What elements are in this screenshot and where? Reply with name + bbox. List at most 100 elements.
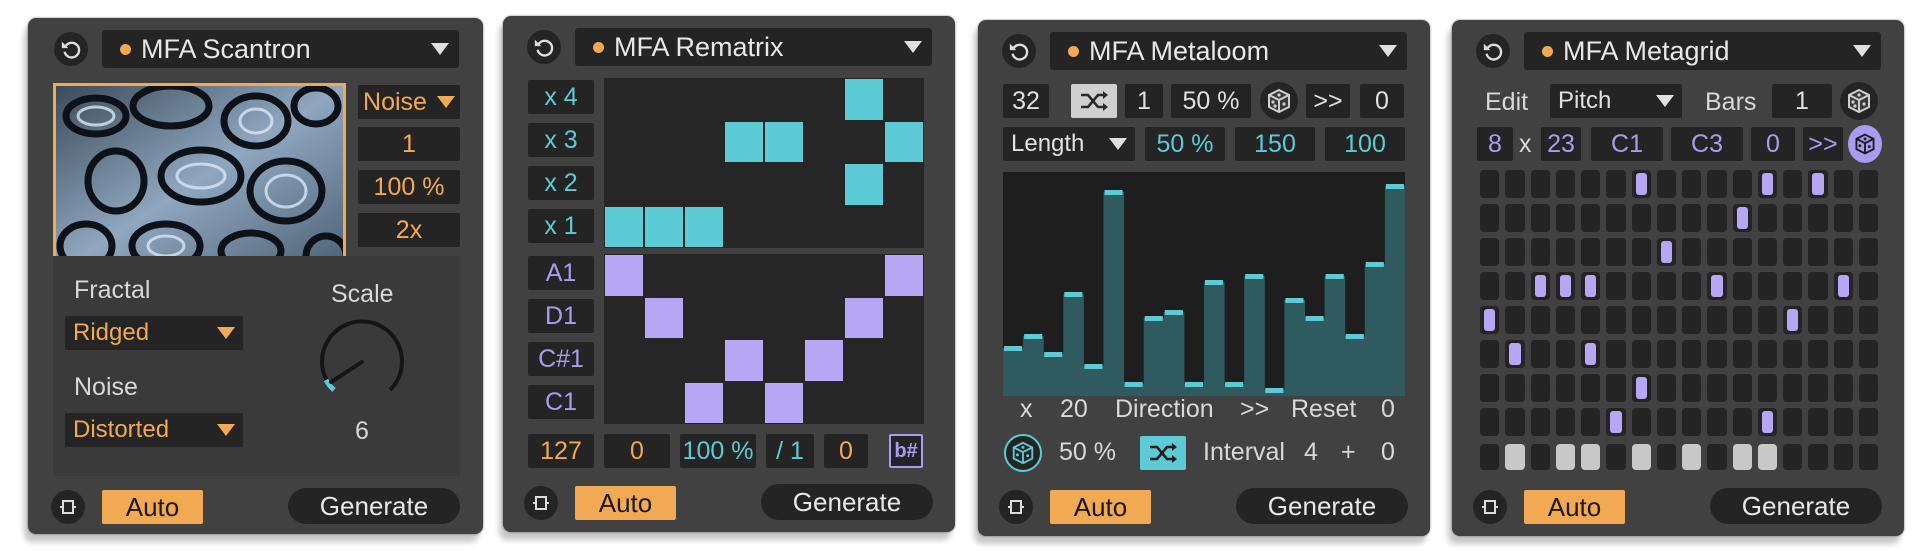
grid-cell[interactable] [1783, 204, 1803, 232]
grid-cell[interactable] [1555, 374, 1575, 402]
grid-note[interactable] [1783, 306, 1803, 334]
grid-cell[interactable] [1833, 204, 1853, 232]
grid-note[interactable] [1732, 204, 1752, 232]
accent-cell[interactable] [1757, 444, 1777, 470]
grid-cell[interactable] [1656, 272, 1676, 300]
grid-cell[interactable] [1833, 408, 1853, 436]
interval-value[interactable]: 4 [1304, 438, 1318, 467]
note-step-grid[interactable] [1477, 170, 1881, 470]
device-title-selector[interactable]: MFA Metagrid [1524, 32, 1881, 70]
division-field[interactable]: / 1 [766, 434, 814, 468]
grid-cell[interactable] [1732, 306, 1752, 334]
grid-cell[interactable] [1606, 204, 1626, 232]
auto-button[interactable]: Auto [1524, 490, 1625, 524]
length-bar[interactable] [1304, 318, 1326, 396]
fractal-dropdown[interactable]: Ridged [65, 316, 243, 350]
grid-cell[interactable] [1783, 374, 1803, 402]
refresh-button[interactable] [1476, 34, 1510, 68]
auto-button[interactable]: Auto [102, 490, 203, 524]
accent-cell[interactable] [1858, 444, 1878, 470]
grid-cell[interactable] [1631, 204, 1651, 232]
grid-note[interactable] [1833, 272, 1853, 300]
grid-cell[interactable] [1606, 306, 1626, 334]
grid-cell[interactable] [1682, 340, 1702, 368]
grid-cell[interactable] [1606, 272, 1626, 300]
length-bar[interactable] [1143, 318, 1165, 396]
note-cell[interactable] [765, 382, 803, 423]
device-title-selector[interactable]: MFA Metaloom [1050, 32, 1407, 70]
rows-field[interactable]: 23 [1541, 127, 1581, 161]
length-bar[interactable] [1023, 336, 1044, 396]
grid-cell[interactable] [1656, 408, 1676, 436]
multiplier-cell[interactable] [645, 206, 683, 247]
grid-note[interactable] [1555, 272, 1575, 300]
accent-cell[interactable] [1505, 444, 1525, 470]
noise-dropdown[interactable]: Distorted [65, 413, 243, 447]
grid-cell[interactable] [1783, 340, 1803, 368]
interval-offset-value[interactable]: 0 [1381, 438, 1395, 467]
edit-mode-dropdown[interactable]: Pitch [1550, 84, 1682, 118]
grid-cell[interactable] [1606, 340, 1626, 368]
grid-cell[interactable] [1480, 408, 1500, 436]
accent-cell[interactable] [1707, 444, 1727, 470]
grid-cell[interactable] [1656, 306, 1676, 334]
note-cell[interactable] [645, 297, 683, 338]
refresh-button[interactable] [527, 30, 561, 64]
grid-cell[interactable] [1631, 238, 1651, 266]
generate-button[interactable]: Generate [1236, 488, 1408, 524]
percent-field[interactable]: 100 % [680, 434, 756, 468]
grid-cell[interactable] [1707, 204, 1727, 232]
grid-cell[interactable] [1530, 340, 1550, 368]
length-bar[interactable] [1163, 312, 1185, 396]
shift-button[interactable]: >> [1803, 127, 1843, 161]
random-dice-button[interactable] [1848, 125, 1882, 163]
grid-note[interactable] [1581, 340, 1601, 368]
refresh-button[interactable] [54, 32, 88, 66]
grid-cell[interactable] [1555, 306, 1575, 334]
grid-cell[interactable] [1505, 408, 1525, 436]
grid-cell[interactable] [1480, 374, 1500, 402]
grid-cell[interactable] [1833, 374, 1853, 402]
multiplier-cell[interactable] [685, 206, 723, 247]
grid-cell[interactable] [1530, 238, 1550, 266]
noise-type-dropdown[interactable]: Noise [358, 85, 460, 119]
device-title-selector[interactable]: MFA Scantron [102, 30, 459, 68]
grid-cell[interactable] [1682, 170, 1702, 198]
note-cell[interactable] [685, 382, 723, 423]
grid-cell[interactable] [1581, 170, 1601, 198]
grid-cell[interactable] [1530, 306, 1550, 334]
grid-cell[interactable] [1707, 170, 1727, 198]
grid-cell[interactable] [1480, 170, 1500, 198]
min-length-field[interactable]: 150 [1235, 127, 1315, 161]
grid-cell[interactable] [1808, 374, 1828, 402]
length-bar[interactable] [1043, 354, 1064, 396]
length-bar-chart[interactable] [1003, 172, 1406, 396]
grid-cell[interactable] [1732, 272, 1752, 300]
low-note-field[interactable]: C1 [1591, 127, 1663, 161]
grid-cell[interactable] [1606, 170, 1626, 198]
grid-cell[interactable] [1858, 238, 1878, 266]
shift-value-field[interactable]: 0 [1360, 84, 1404, 118]
mode-dropdown[interactable]: Length [1003, 127, 1135, 161]
grid-cell[interactable] [1656, 340, 1676, 368]
grid-cell[interactable] [1757, 238, 1777, 266]
grid-note[interactable] [1480, 306, 1500, 334]
accent-cell[interactable] [1606, 444, 1626, 470]
grid-note[interactable] [1656, 238, 1676, 266]
note-label[interactable]: D1 [528, 299, 594, 333]
grid-cell[interactable] [1530, 408, 1550, 436]
grid-cell[interactable] [1783, 170, 1803, 198]
octaves-field[interactable]: 1 [358, 127, 460, 161]
multiplier-label[interactable]: x 4 [528, 80, 594, 114]
grid-note[interactable] [1505, 340, 1525, 368]
grid-cell[interactable] [1505, 374, 1525, 402]
direction-value[interactable]: >> [1240, 395, 1269, 424]
columns-field[interactable]: 8 [1477, 127, 1513, 161]
length-bar[interactable] [1204, 282, 1225, 396]
multiplier-cell[interactable] [765, 121, 803, 162]
note-cell[interactable] [725, 340, 763, 381]
multiplier-label[interactable]: x 1 [528, 209, 594, 243]
length-bar[interactable] [1324, 276, 1346, 396]
grid-cell[interactable] [1783, 408, 1803, 436]
grid-cell[interactable] [1833, 170, 1853, 198]
